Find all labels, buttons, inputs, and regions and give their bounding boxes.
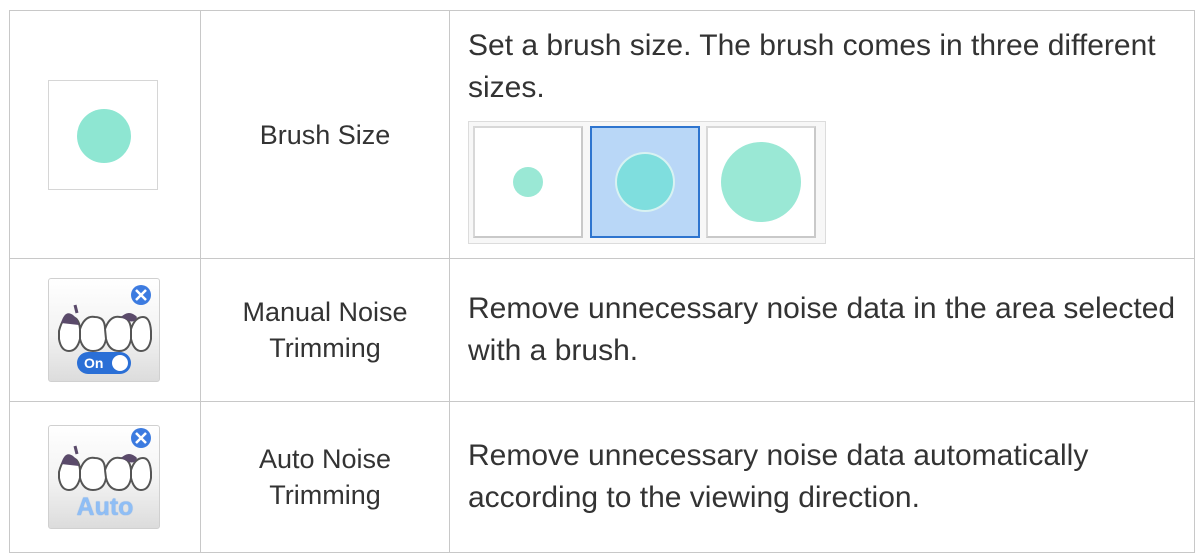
tool-description: Remove unnecessary noise data automatica…	[449, 401, 1195, 553]
brush-size-picker	[468, 121, 826, 244]
table-row: Brush Size Set a brush size. The brush c…	[9, 10, 1195, 259]
tool-name: Auto Noise Trimming	[200, 401, 450, 553]
tool-name: Brush Size	[200, 10, 450, 259]
tool-description: Set a brush size. The brush comes in thr…	[468, 29, 1156, 104]
auto-noise-trimming-icon: Auto	[48, 425, 160, 529]
medium-brush-icon	[617, 154, 673, 210]
auto-label: Auto	[76, 493, 134, 521]
icon-cell: Auto	[9, 401, 201, 553]
tool-name: Manual Noise Trimming	[200, 258, 450, 402]
large-brush-icon	[721, 142, 801, 222]
toggle-label: On	[84, 355, 104, 371]
brush-size-option-medium[interactable]	[590, 126, 700, 238]
icon-cell	[9, 10, 201, 259]
tool-description-table: Brush Size Set a brush size. The brush c…	[9, 10, 1195, 553]
brush-size-icon	[48, 79, 158, 190]
icon-cell: On	[9, 258, 201, 402]
toggle-knob	[112, 355, 128, 371]
description-cell: Set a brush size. The brush comes in thr…	[449, 10, 1195, 259]
manual-noise-trimming-icon: On	[48, 278, 160, 382]
small-brush-icon	[513, 167, 543, 197]
table-row: On Manual Noise Trimming Remove unnecess…	[9, 258, 1195, 402]
brush-size-option-small[interactable]	[473, 126, 583, 238]
trimming-toggle: On	[77, 352, 131, 374]
tool-description: Remove unnecessary noise data in the are…	[449, 258, 1195, 402]
brush-dot	[77, 108, 131, 163]
brush-size-option-large[interactable]	[706, 126, 816, 238]
table-row: Auto Auto Noise Trimming Remove unnecess…	[9, 401, 1195, 553]
